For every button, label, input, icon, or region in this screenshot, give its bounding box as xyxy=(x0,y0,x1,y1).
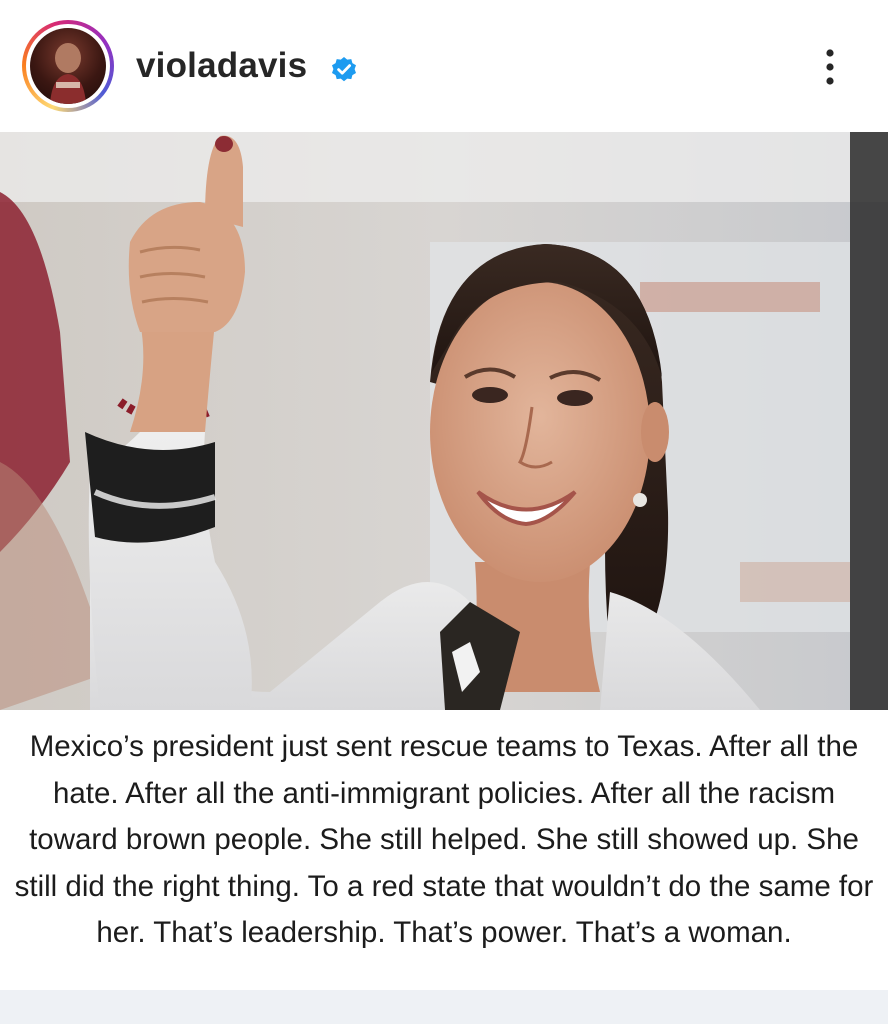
post-image[interactable] xyxy=(0,132,888,710)
verified-badge-icon xyxy=(330,56,358,84)
caption-text: Mexico’s president just sent rescue team… xyxy=(14,730,874,949)
post-caption: Mexico’s president just sent rescue team… xyxy=(0,710,888,990)
post-header: violadavis xyxy=(0,0,888,132)
avatar-image xyxy=(30,28,106,104)
instagram-post: violadavis Mexico’s president just sent … xyxy=(0,0,888,1024)
bottom-bar xyxy=(0,990,888,1024)
avatar[interactable] xyxy=(22,20,114,112)
username[interactable]: violadavis xyxy=(136,46,307,86)
more-options-icon[interactable] xyxy=(818,44,842,90)
